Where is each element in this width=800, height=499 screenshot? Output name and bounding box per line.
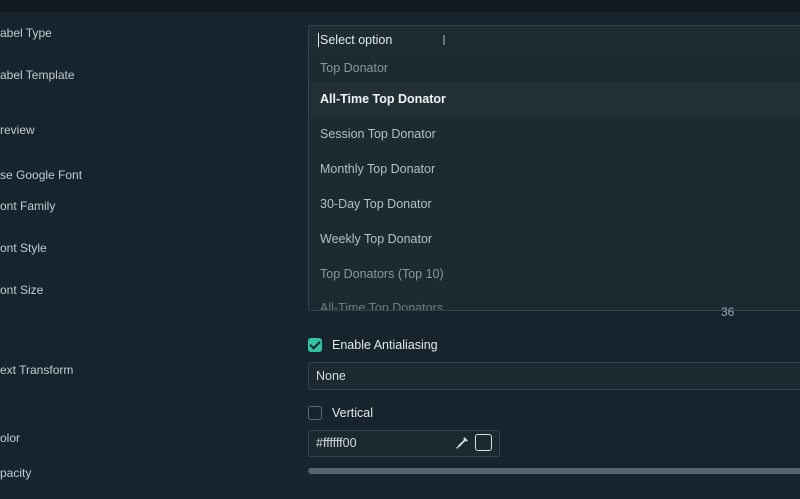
vertical-label[interactable]: Vertical <box>332 406 373 420</box>
label-type-label: abel Type <box>0 26 52 40</box>
font-family-label: ont Family <box>0 199 56 213</box>
text-cursor-icon: I <box>442 34 446 49</box>
antialiasing-checkbox[interactable] <box>308 338 322 352</box>
dropdown-search-input[interactable]: Select option I <box>309 26 800 54</box>
dropdown-search-placeholder: Select option <box>320 33 393 47</box>
color-label: olor <box>0 431 21 445</box>
antialiasing-label[interactable]: Enable Antialiasing <box>332 338 438 352</box>
text-transform-select[interactable]: None <box>308 362 800 390</box>
dropdown-option-all-time-top-donator[interactable]: All-Time Top Donator <box>309 82 800 117</box>
dropdown-option-weekly-top-donator[interactable]: Weekly Top Donator <box>309 222 800 257</box>
top-bar <box>0 0 800 12</box>
eyedropper-icon[interactable] <box>455 436 469 450</box>
dropdown-group-header: Top Donator <box>320 61 389 75</box>
text-transform-label: ext Transform <box>0 363 74 377</box>
dropdown-option-monthly-top-donator[interactable]: Monthly Top Donator <box>309 152 800 187</box>
label-template-label: abel Template <box>0 68 75 82</box>
color-input[interactable]: #ffffff00 <box>308 430 500 457</box>
font-style-label: ont Style <box>0 241 47 255</box>
dropdown-option-30-day-top-donator[interactable]: 30-Day Top Donator <box>309 187 800 222</box>
use-google-font-label: se Google Font <box>0 168 83 182</box>
text-caret <box>318 32 319 47</box>
preview-label: review <box>0 123 35 137</box>
color-swatch[interactable] <box>475 434 492 451</box>
opacity-label: pacity <box>0 466 32 480</box>
font-size-label: ont Size <box>0 283 44 297</box>
opacity-slider[interactable] <box>308 468 800 474</box>
dropdown-option-top-donators-top-10[interactable]: Top Donators (Top 10) <box>309 257 800 292</box>
vertical-checkbox[interactable] <box>308 406 322 420</box>
font-size-value: 36 <box>721 305 735 319</box>
label-type-dropdown[interactable]: Select option I Top Donator All-Time Top… <box>308 25 800 311</box>
dropdown-option-session-top-donator[interactable]: Session Top Donator <box>309 117 800 152</box>
